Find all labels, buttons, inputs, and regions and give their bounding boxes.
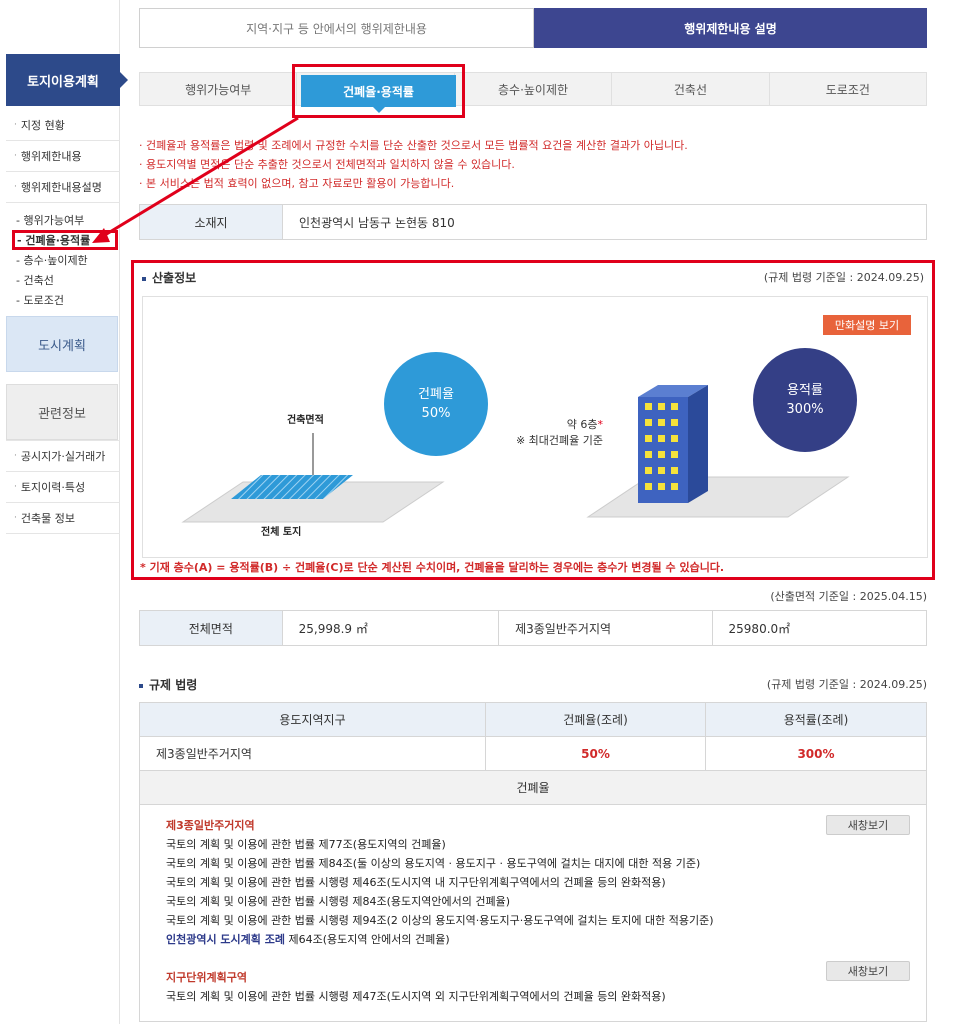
regulation-title: 규제 법령 [139,676,197,693]
top-tabs: 지역·지구 등 안에서의 행위제한내용 행위제한내용 설명 [139,8,927,48]
subtab-road-condition[interactable]: 도로조건 [770,73,926,105]
address-row: 소재지 인천광역시 남동구 논현동 810 [139,204,927,240]
tab-restrictions-in-zone[interactable]: 지역·지구 등 안에서의 행위제한내용 [139,8,534,48]
sidebar-sub-building-line[interactable]: - 건축선 [12,270,118,290]
area-table: 전체면적 25,998.9 ㎡ 제3종일반주거지역 25980.0㎡ [139,610,927,646]
total-land-label: 전체 토지 [261,527,302,538]
law-group-title: 지구단위계획구역 [166,971,247,984]
address-value: 인천광역시 남동구 논현동 810 [299,215,455,230]
sidebar-item-land-price[interactable]: · 공시지가·실거래가 [6,441,120,472]
cell-zone: 제3종일반주거지역 [140,737,486,770]
bullet-icon: · [14,151,17,161]
square-bullet-icon [139,683,143,688]
law-link[interactable]: 국토의 계획 및 이용에 관한 법률 시행령 제84조(용도지역안에서의 건폐율… [166,892,900,911]
col-far: 용적률(조례) [706,703,926,736]
sidebar-city-plan[interactable]: 도시계획 [6,316,118,372]
law-link[interactable]: 국토의 계획 및 이용에 관한 법률 시행령 제47조(도시지역 외 지구단위계… [166,987,900,1006]
table-header-row: 용도지역지구 건폐율(조례) 용적률(조례) [140,703,926,737]
coverage-law-list: 새창보기 제3종일반주거지역 국토의 계획 및 이용에 관한 법률 제77조(용… [140,805,926,1021]
sidebar-related-info[interactable]: 관련정보 [6,384,118,440]
sidebar-header[interactable]: 토지이용계획 [6,54,128,106]
calc-footnote: * 기재 층수(A) = 용적률(B) ÷ 건폐율(C)로 단순 계산된 수치이… [140,561,725,574]
calc-title: 산출정보 [142,269,196,286]
sidebar-sub-height-limit[interactable]: - 층수·높이제한 [12,250,118,270]
sidebar-sub-permission[interactable]: - 행위가능여부 [12,210,118,230]
law-link[interactable]: 인천광역시 도시계획 조례 제64조(용도지역 안에서의 건폐율) [166,930,900,949]
sidebar-item-building-info[interactable]: · 건축물 정보 [6,503,120,534]
sidebar-submenu: - 행위가능여부 - 건폐율·용적률 - 층수·높이제한 - 건축선 - 도로조… [12,210,118,310]
total-area-value: 25,998.9 ㎡ [283,611,500,645]
bullet-icon: · [14,451,17,461]
sidebar-item-restriction[interactable]: · 행위제한내용 [6,141,120,172]
calc-illustration: 만화설명 보기 건폐율 50% 용적률 300% 건축면적 전체 토지 약 6층… [142,296,928,558]
bullet-icon: · [14,182,17,192]
table-row: 제3종일반주거지역 50% 300% [140,737,926,771]
col-coverage: 건폐율(조례) [486,703,706,736]
total-area-label: 전체면적 [140,611,283,645]
regulation-date: (규제 법령 기준일 : 2024.09.25) [766,678,927,691]
bullet-icon: · [14,482,17,492]
tab-restriction-description[interactable]: 행위제한내용 설명 [534,8,927,48]
calc-date: (규제 법령 기준일 : 2024.09.25) [763,271,924,284]
regulation-table: 용도지역지구 건폐율(조례) 용적률(조례) 제3종일반주거지역 50% 300… [139,702,927,1022]
zone-area-value: 25980.0㎡ [728,621,791,636]
subtab-permission[interactable]: 행위가능여부 [140,73,298,105]
sidebar-related-menu: · 공시지가·실거래가 · 토지이력·특성 · 건축물 정보 [6,440,120,534]
cell-far: 300% [797,746,835,761]
subtab-building-line[interactable]: 건축선 [612,73,770,105]
building-side [688,385,708,503]
law-link[interactable]: 국토의 계획 및 이용에 관한 법률 시행령 제94조(2 이상의 용도지역·용… [166,911,900,930]
law-link[interactable]: 국토의 계획 및 이용에 관한 법률 제77조(용도지역의 건폐율) [166,835,900,854]
bullet-icon: · [14,513,17,523]
subtab-coverage-ratio[interactable]: 건폐율·용적률 [301,75,456,113]
coverage-law-header: 건폐율 [140,771,926,805]
cell-coverage: 50% [486,737,706,770]
subtab-height-limit[interactable]: 층수·높이제한 [455,73,613,105]
zone-area-label: 제3종일반주거지역 [499,611,713,645]
law-link[interactable]: 국토의 계획 및 이용에 관한 법률 시행령 제46조(도시지역 내 지구단위계… [166,873,900,892]
address-label: 소재지 [140,205,283,239]
law-group-title: 제3종일반주거지역 [166,819,255,832]
notice-item: · 용도지역별 면적은 단순 추출한 것으로서 전체면적과 일치하지 않을 수 … [139,158,515,171]
notice-item: · 본 서비스는 법적 효력이 없으며, 참고 자료로만 활용이 가능합니다. [139,177,455,190]
sidebar-item-land-history[interactable]: · 토지이력·특성 [6,472,120,503]
sidebar-sub-coverage-ratio[interactable]: - 건폐율·용적률 [12,230,118,250]
new-window-button[interactable]: 새창보기 [826,961,910,981]
square-bullet-icon [142,276,146,281]
land-plane-right [586,476,850,518]
calc-info-section: 산출정보 (규제 법령 기준일 : 2024.09.25) 만화설명 보기 건폐… [131,260,935,580]
sidebar-item-restriction-desc[interactable]: · 행위제한내용설명 [6,172,120,203]
col-zone: 용도지역지구 [140,703,486,736]
area-date: (산출면적 기준일 : 2025.04.15) [770,590,927,603]
sidebar: 토지이용계획 · 지정 현황 · 행위제한내용 · 행위제한내용설명 - 행위가능여부… [0,0,128,1024]
notice-item: · 건폐율과 용적률은 법령 및 조례에서 규정한 수치를 단순 산출한 것으로… [139,139,688,152]
notice-list: · 건폐율과 용적률은 법령 및 조례에서 규정한 수치를 단순 산출한 것으로… [139,136,927,193]
sidebar-menu: · 지정 현황 · 행위제한내용 · 행위제한내용설명 [6,110,120,203]
bullet-icon: · [14,120,17,130]
new-window-button[interactable]: 새창보기 [826,815,910,835]
sub-tabs: 행위가능여부 층수·높이제한 건축선 도로조건 [139,72,927,106]
building-area-label: 건축면적 [287,415,324,426]
subtab-highlight-box: 건폐율·용적률 [292,64,465,118]
coverage-ratio-circle: 건폐율 50% [384,352,488,456]
ordinance-link[interactable]: 인천광역시 도시계획 조례 [166,933,285,946]
floor-area-ratio-circle: 용적률 300% [753,348,857,452]
floors-note: 약 6층* ※ 최대건폐율 기준 [515,418,603,447]
sidebar-item-designation[interactable]: · 지정 현황 [6,110,120,141]
sidebar-sub-road-condition[interactable]: - 도로조건 [12,290,118,310]
law-link[interactable]: 국토의 계획 및 이용에 관한 법률 제84조(둘 이상의 용도지역 · 용도지… [166,854,900,873]
